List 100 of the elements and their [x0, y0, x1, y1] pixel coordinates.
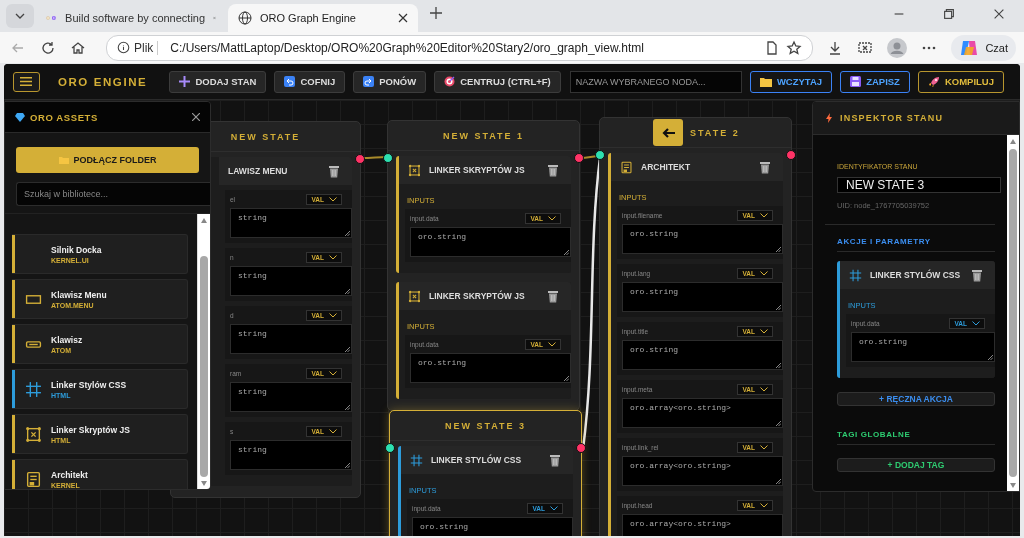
back-button[interactable] — [653, 119, 683, 146]
graph-canvas[interactable] — [4, 100, 1020, 536]
menu-icon — [20, 77, 33, 86]
resize-grip-icon — [775, 478, 781, 484]
globe-icon — [238, 11, 252, 25]
code-field[interactable]: oro.string — [410, 227, 571, 257]
code-field[interactable]: oro.string — [851, 332, 995, 362]
resize-grip-icon — [775, 304, 781, 310]
state-id-field[interactable]: NEW STATE 3 — [837, 177, 1001, 193]
node-title: NEW STATE 3 — [444, 420, 527, 431]
node-title: STATE 2 — [690, 127, 740, 138]
code-field[interactable]: oro.string — [622, 224, 783, 254]
action-title: LINKER STYLÓW CSS — [431, 455, 523, 465]
toolbar-button[interactable]: PONÓW — [353, 70, 427, 93]
node-name-field[interactable]: NAZWA WYBRANEGO NODA... — [569, 70, 742, 93]
scrollbar[interactable] — [1007, 135, 1019, 491]
trash-icon[interactable] — [547, 163, 559, 177]
copilot-button[interactable]: Czat — [951, 34, 1016, 61]
scroll-up-icon[interactable] — [201, 218, 207, 223]
action-title: LINKER SKRYPTÓW JS — [429, 165, 526, 175]
document-icon — [620, 160, 633, 174]
code-field[interactable]: oro.string — [622, 282, 783, 312]
trash-icon[interactable] — [547, 289, 559, 303]
gem-icon — [15, 112, 25, 122]
boxed-x-icon — [408, 289, 421, 303]
asset-name: Silnik Docka — [51, 244, 102, 255]
input-port[interactable] — [595, 150, 605, 160]
toolbar-button[interactable]: KOMPILUJ — [917, 70, 1004, 93]
node-title: NEW STATE 1 — [442, 130, 525, 141]
chevron-icon — [760, 445, 768, 450]
asset-name: Linker Skryptów JS — [51, 424, 130, 435]
address-bar[interactable]: Plik C:/Users/MattLaptop/Desktop/ORO%20Graph%20Editor%20Stary2/oro_graph_view.html — [106, 34, 814, 61]
code-field[interactable]: string — [230, 208, 352, 238]
panel-title: INSPEKTOR STANU — [840, 113, 944, 123]
code-field[interactable]: oro.string — [410, 353, 571, 383]
input-port[interactable] — [385, 443, 395, 453]
output-port[interactable] — [355, 154, 365, 164]
output-port[interactable] — [786, 150, 796, 160]
library-search-field[interactable]: Szukaj w bibliotece... — [16, 182, 210, 206]
screenshot-icon[interactable] — [857, 39, 874, 56]
trash-icon[interactable] — [971, 268, 983, 282]
chevron-icon — [760, 329, 768, 334]
lightning-icon — [826, 113, 832, 123]
browser-tab[interactable]: ORO Graph Engine — [228, 4, 418, 32]
app-logo: ORO ENGINE — [57, 75, 148, 88]
code-field[interactable]: oro.string — [412, 517, 573, 536]
trash-icon[interactable] — [549, 453, 561, 467]
resize-grip-icon — [775, 420, 781, 426]
folder-icon — [58, 156, 69, 164]
code-field[interactable]: oro.array<oro.string> — [622, 456, 783, 486]
connect-folder-button[interactable]: PODŁĄCZ FOLDER — [16, 147, 199, 173]
input-port[interactable] — [383, 153, 393, 163]
output-port[interactable] — [574, 153, 584, 163]
code-field[interactable]: string — [230, 324, 352, 354]
grid-icon — [849, 268, 862, 282]
toolbar-button[interactable]: DODAJ STAN — [169, 70, 267, 93]
plus-icon — [179, 76, 191, 87]
boxed-x-icon — [408, 163, 421, 177]
resize-grip-icon — [563, 375, 569, 381]
section-heading: AKCJE I PARAMETRY — [837, 237, 995, 252]
toolbar-button[interactable]: ZAPISZ — [840, 70, 910, 93]
chevron-icon — [972, 321, 980, 326]
trash-icon[interactable] — [328, 164, 340, 178]
chevron-icon — [329, 313, 337, 318]
scroll-down-icon[interactable] — [1010, 483, 1016, 488]
new-tab-icon[interactable] — [428, 5, 444, 21]
chevron-icon — [329, 429, 337, 434]
avatar-icon[interactable] — [887, 37, 908, 58]
scrollbar[interactable] — [197, 214, 210, 489]
restore-icon[interactable] — [942, 6, 956, 22]
menu-button[interactable] — [13, 71, 40, 92]
manual-action-button[interactable]: + RĘCZNA AKCJA — [837, 392, 995, 406]
code-field[interactable]: string — [230, 440, 352, 470]
chevron-icon — [548, 342, 556, 347]
code-field[interactable]: oro.array<oro.string> — [622, 514, 783, 536]
site-info-button[interactable]: Plik — [117, 40, 159, 55]
resize-grip-icon — [563, 249, 569, 255]
code-field[interactable]: string — [230, 382, 352, 412]
toolbar-button[interactable]: COFNIJ — [274, 70, 346, 93]
add-tag-button[interactable]: + DODAJ TAG — [837, 458, 995, 472]
chevron-icon — [550, 506, 558, 511]
document-icon — [24, 470, 42, 488]
scroll-down-icon[interactable] — [201, 481, 207, 486]
refresh-icon[interactable] — [40, 39, 56, 56]
action-title: LINKER STYLÓW CSS — [870, 270, 962, 280]
asset-name: Klawisz Menu — [51, 289, 107, 300]
scroll-up-icon[interactable] — [1010, 139, 1016, 144]
chevron-icon — [760, 503, 768, 508]
trash-icon[interactable] — [759, 160, 771, 174]
star-icon[interactable] — [786, 39, 803, 56]
code-field[interactable]: string — [230, 266, 352, 296]
panel-title: ORO ASSETS — [30, 111, 99, 123]
resize-grip-icon — [344, 404, 350, 410]
toolbar-button[interactable]: CENTRUJ (CTRL+F) — [434, 70, 561, 93]
resize-grip-icon — [344, 230, 350, 236]
code-field[interactable]: oro.array<oro.string> — [622, 398, 783, 428]
toolbar-button[interactable]: WCZYTAJ — [749, 70, 833, 93]
code-field[interactable]: oro.string — [622, 340, 783, 370]
output-port[interactable] — [576, 443, 586, 453]
browser-tab[interactable]: Build software by connecting — [36, 4, 226, 32]
